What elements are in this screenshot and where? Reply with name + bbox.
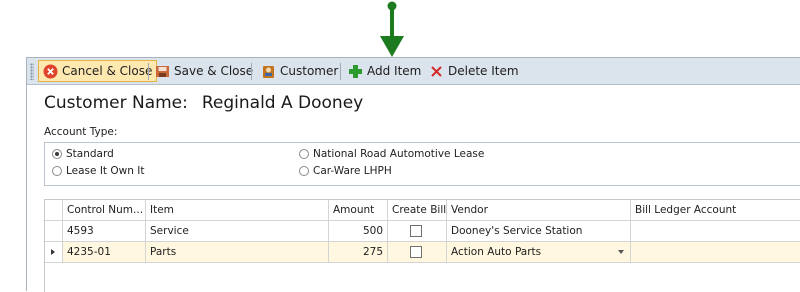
table-row[interactable]: 4593 Service 500 Dooney's Service Statio… — [45, 221, 800, 242]
row-indicator-header — [45, 200, 63, 221]
toolbar-grip[interactable] — [30, 63, 34, 80]
radio-standard[interactable]: Standard — [52, 148, 114, 160]
toolbar: Cancel & Close Save & Close Customer Add… — [27, 58, 800, 85]
save-close-button[interactable]: Save & Close — [151, 60, 257, 82]
account-type-group: Standard National Road Automotive Lease … — [44, 142, 800, 186]
radio-button[interactable] — [52, 166, 62, 176]
delete-icon — [428, 63, 444, 79]
column-header-create-bill[interactable]: Create Bill — [388, 200, 447, 221]
create-bill-checkbox[interactable] — [410, 246, 422, 258]
row-indicator[interactable] — [45, 221, 63, 242]
vendor-value: Action Auto Parts — [451, 246, 542, 258]
cell-item[interactable]: Parts — [146, 242, 329, 263]
customer-icon — [260, 63, 276, 79]
cancel-icon — [42, 63, 58, 79]
account-type-label: Account Type: — [44, 126, 118, 138]
column-header-vendor[interactable]: Vendor — [447, 200, 631, 221]
table-row[interactable]: 4235-01 Parts 275 Action Auto Parts — [45, 242, 800, 263]
column-header-amount[interactable]: Amount — [329, 200, 388, 221]
cell-item[interactable]: Service — [146, 221, 329, 242]
items-grid: Control Num... Item Amount Create Bill V… — [44, 199, 800, 292]
cell-control-num[interactable]: 4235-01 — [63, 242, 146, 263]
annotation-arrow — [380, 1, 404, 57]
column-header-item[interactable]: Item — [146, 200, 329, 221]
toolbar-separator — [148, 63, 149, 80]
radio-lease-it-own-it[interactable]: Lease It Own It — [52, 165, 144, 177]
cell-bill-ledger-account[interactable] — [631, 242, 800, 263]
current-row-arrow-icon — [51, 249, 55, 255]
cancel-close-button[interactable]: Cancel & Close — [38, 60, 158, 82]
customer-name-heading: Customer Name: Reginald A Dooney — [44, 93, 363, 113]
toolbar-separator — [251, 63, 252, 80]
cell-create-bill — [388, 221, 447, 242]
cell-control-num[interactable]: 4593 — [63, 221, 146, 242]
toolbar-separator — [340, 63, 341, 80]
customer-name-value: Reginald A Dooney — [201, 93, 364, 113]
save-icon — [154, 63, 170, 79]
cell-amount[interactable]: 500 — [329, 221, 388, 242]
create-bill-checkbox[interactable] — [410, 225, 422, 237]
radio-button[interactable] — [299, 166, 309, 176]
cell-vendor-dropdown[interactable]: Action Auto Parts — [447, 242, 631, 263]
cell-bill-ledger-account[interactable] — [631, 221, 800, 242]
cell-amount[interactable]: 275 — [329, 242, 388, 263]
delete-item-button[interactable]: Delete Item — [425, 60, 523, 82]
radio-button[interactable] — [299, 149, 309, 159]
customer-window: Cancel & Close Save & Close Customer Add… — [26, 57, 800, 292]
cell-create-bill — [388, 242, 447, 263]
grid-header-row: Control Num... Item Amount Create Bill V… — [45, 200, 800, 221]
cell-vendor[interactable]: Dooney's Service Station — [447, 221, 631, 242]
add-icon — [347, 63, 363, 79]
column-header-control-num[interactable]: Control Num... — [63, 200, 146, 221]
row-indicator[interactable] — [45, 242, 63, 263]
chevron-down-icon[interactable] — [618, 250, 624, 254]
customer-button[interactable]: Customer — [257, 60, 342, 82]
customer-name-label: Customer Name: — [44, 93, 188, 113]
column-header-bill-ledger-account[interactable]: Bill Ledger Account — [631, 200, 800, 221]
radio-button-selected[interactable] — [52, 149, 62, 159]
radio-car-ware-lhph[interactable]: Car-Ware LHPH — [299, 165, 392, 177]
add-item-button[interactable]: Add Item — [344, 60, 425, 82]
radio-national-road-lease[interactable]: National Road Automotive Lease — [299, 148, 484, 160]
